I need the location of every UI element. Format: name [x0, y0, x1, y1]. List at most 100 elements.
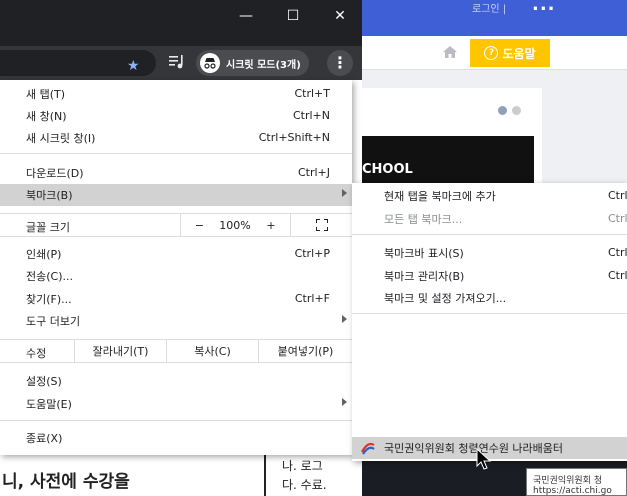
slider-dot-active[interactable]: [498, 106, 507, 115]
menu-item-label: 북마크(B): [26, 189, 73, 202]
body-line-2: 다. 수료.: [282, 478, 327, 492]
menu-item-label: 도구 더보기: [26, 315, 81, 328]
menu-item-label: 찾기(F)...: [26, 293, 72, 306]
submenu-item-bookmark-tab[interactable]: 현재 탭을 북마크에 추가 Ctrl: [352, 185, 627, 207]
home-icon[interactable]: [442, 44, 458, 60]
submenu-item-shortcut: Ctrl: [608, 189, 627, 202]
menu-divider: [0, 420, 352, 421]
fullscreen-button[interactable]: [290, 214, 352, 236]
chrome-main-menu: 새 탭(T) Ctrl+T 새 창(N) Ctrl+N 새 시크릿 창(I) C…: [0, 80, 352, 455]
paste-label: 붙여넣기(P): [277, 345, 334, 358]
submenu-divider: [352, 234, 627, 235]
menu-item-new-window[interactable]: 새 창(N) Ctrl+N: [0, 105, 352, 127]
login-link[interactable]: 로그인 |: [472, 0, 506, 15]
menu-item-more-tools[interactable]: 도구 더보기: [0, 310, 352, 332]
incognito-icon: [200, 53, 220, 73]
banner-card: CHOOL: [362, 88, 542, 198]
menu-item-help[interactable]: 도움말(E): [0, 393, 352, 415]
menu-item-shortcut: Ctrl+F: [294, 292, 330, 305]
edit-label: 수정: [26, 347, 47, 360]
submenu-item-bookmark-all: 모든 탭 북마크... Ctrl: [352, 208, 627, 230]
submenu-arrow-icon: [342, 189, 347, 197]
menu-item-bookmarks[interactable]: 북마크(B): [0, 184, 352, 206]
bookmarks-submenu: 현재 탭을 북마크에 추가 Ctrl 모든 탭 북마크... Ctrl 북마크바…: [352, 183, 627, 461]
menu-item-shortcut: Ctrl+Shift+N: [258, 131, 330, 144]
minimize-button[interactable]: —: [236, 8, 256, 24]
close-window-button[interactable]: ✕: [330, 8, 350, 24]
site-favicon-icon: [361, 442, 375, 455]
site-header: 로그인 | ...: [362, 0, 627, 36]
menu-item-label: 전송(C)...: [26, 270, 73, 283]
submenu-item-label: 현재 탭을 북마크에 추가: [384, 190, 496, 203]
menu-item-label: 새 창(N): [26, 110, 67, 123]
zoom-out-button[interactable]: −: [180, 214, 218, 236]
submenu-item-show-bar[interactable]: 북마크바 표시(S) Ctrl: [352, 242, 627, 264]
question-icon: ?: [484, 46, 499, 60]
chrome-window-frame: — ☐ ✕ ★ 시크릿 모드(3개) ⋮: [0, 0, 362, 80]
zoom-in-icon: +: [266, 218, 276, 232]
slider-dot[interactable]: [512, 106, 521, 115]
bookmark-tooltip: 국민권익위원회 청 https://acti.chi.go: [526, 468, 627, 496]
chrome-menu-button[interactable]: ⋮: [327, 50, 353, 76]
menu-item-cast[interactable]: 전송(C)...: [0, 265, 352, 287]
menu-item-settings[interactable]: 설정(S): [0, 370, 352, 392]
menu-item-label: 설정(S): [26, 375, 62, 388]
submenu-item-label: 북마크바 표시(S): [384, 247, 464, 260]
submenu-item-shortcut: Ctrl: [608, 246, 627, 259]
menu-item-shortcut: Ctrl+T: [294, 87, 330, 100]
submenu-item-shortcut: Ctrl: [608, 269, 627, 282]
menu-item-shortcut: Ctrl+N: [292, 109, 330, 122]
help-button[interactable]: ? 도움말: [470, 39, 550, 67]
paste-button[interactable]: 붙여넣기(P): [258, 340, 352, 362]
bookmark-item-label: 국민권익위원회 청렴연수원 나라배움터: [384, 442, 564, 455]
menu-item-label: 종료(X): [26, 432, 63, 445]
zoom-out-icon: −: [194, 218, 205, 232]
menu-item-find[interactable]: 찾기(F)... Ctrl+F: [0, 288, 352, 310]
submenu-item-label: 북마크 및 설정 가져오기...: [384, 292, 507, 305]
page-body-text: 니, 사전에 수강을: [0, 455, 266, 496]
submenu-arrow-icon: [342, 315, 347, 323]
submenu-item-import[interactable]: 북마크 및 설정 가져오기...: [352, 287, 627, 309]
fullscreen-icon: [315, 219, 328, 231]
cut-button[interactable]: 잘라내기(T): [74, 340, 166, 362]
menu-item-label: 도움말(E): [26, 398, 72, 411]
menu-item-new-tab[interactable]: 새 탭(T) Ctrl+T: [0, 83, 352, 105]
zoom-row: 글꼴 크기 − 100% +: [0, 213, 352, 237]
mouse-cursor-icon: [476, 448, 492, 470]
submenu-item-label: 북마크 관리자(B): [384, 270, 465, 283]
edit-row: 수정 잘라내기(T) 복사(C) 붙여넣기(P): [0, 339, 352, 363]
more-dots-icon[interactable]: ...: [532, 0, 556, 15]
incognito-label: 시크릿 모드(3개): [226, 59, 301, 71]
menu-divider: [0, 153, 352, 154]
copy-button[interactable]: 복사(C): [166, 340, 258, 362]
tooltip-title: 국민권익위원회 청: [533, 476, 603, 486]
menu-item-exit[interactable]: 종료(X): [0, 427, 352, 449]
submenu-item-manager[interactable]: 북마크 관리자(B) Ctrl: [352, 265, 627, 287]
zoom-in-button[interactable]: +: [252, 214, 290, 236]
help-button-label: 도움말: [502, 46, 536, 61]
menu-item-downloads[interactable]: 다운로드(D) Ctrl+J: [0, 162, 352, 184]
menu-item-label: 새 탭(T): [26, 88, 66, 101]
menu-item-shortcut: Ctrl+P: [294, 247, 330, 260]
media-controls-icon[interactable]: [169, 55, 185, 69]
zoom-label: 글꼴 크기: [26, 221, 70, 234]
submenu-divider: [352, 313, 627, 314]
address-bar[interactable]: ★: [0, 50, 156, 76]
body-line-1: 나. 로그: [282, 459, 323, 473]
incognito-badge[interactable]: 시크릿 모드(3개): [196, 50, 309, 76]
bookmark-star-icon[interactable]: ★: [127, 58, 140, 74]
menu-item-label: 다운로드(D): [26, 167, 84, 180]
menu-item-new-incognito[interactable]: 새 시크릿 창(I) Ctrl+Shift+N: [0, 127, 352, 149]
zoom-level: 100%: [218, 214, 252, 236]
menu-item-print[interactable]: 인쇄(P) Ctrl+P: [0, 243, 352, 265]
copy-label: 복사(C): [194, 345, 231, 358]
slider-dots[interactable]: [498, 106, 521, 115]
cut-label: 잘라내기(T): [92, 345, 149, 358]
maximize-button[interactable]: ☐: [283, 8, 303, 24]
menu-item-label: 새 시크릿 창(I): [26, 132, 96, 145]
menu-item-label: 인쇄(P): [26, 248, 62, 261]
submenu-arrow-icon: [342, 398, 347, 406]
submenu-item-label: 모든 탭 북마크...: [384, 213, 463, 226]
menu-item-shortcut: Ctrl+J: [297, 166, 330, 179]
submenu-item-shortcut: Ctrl: [608, 212, 627, 225]
